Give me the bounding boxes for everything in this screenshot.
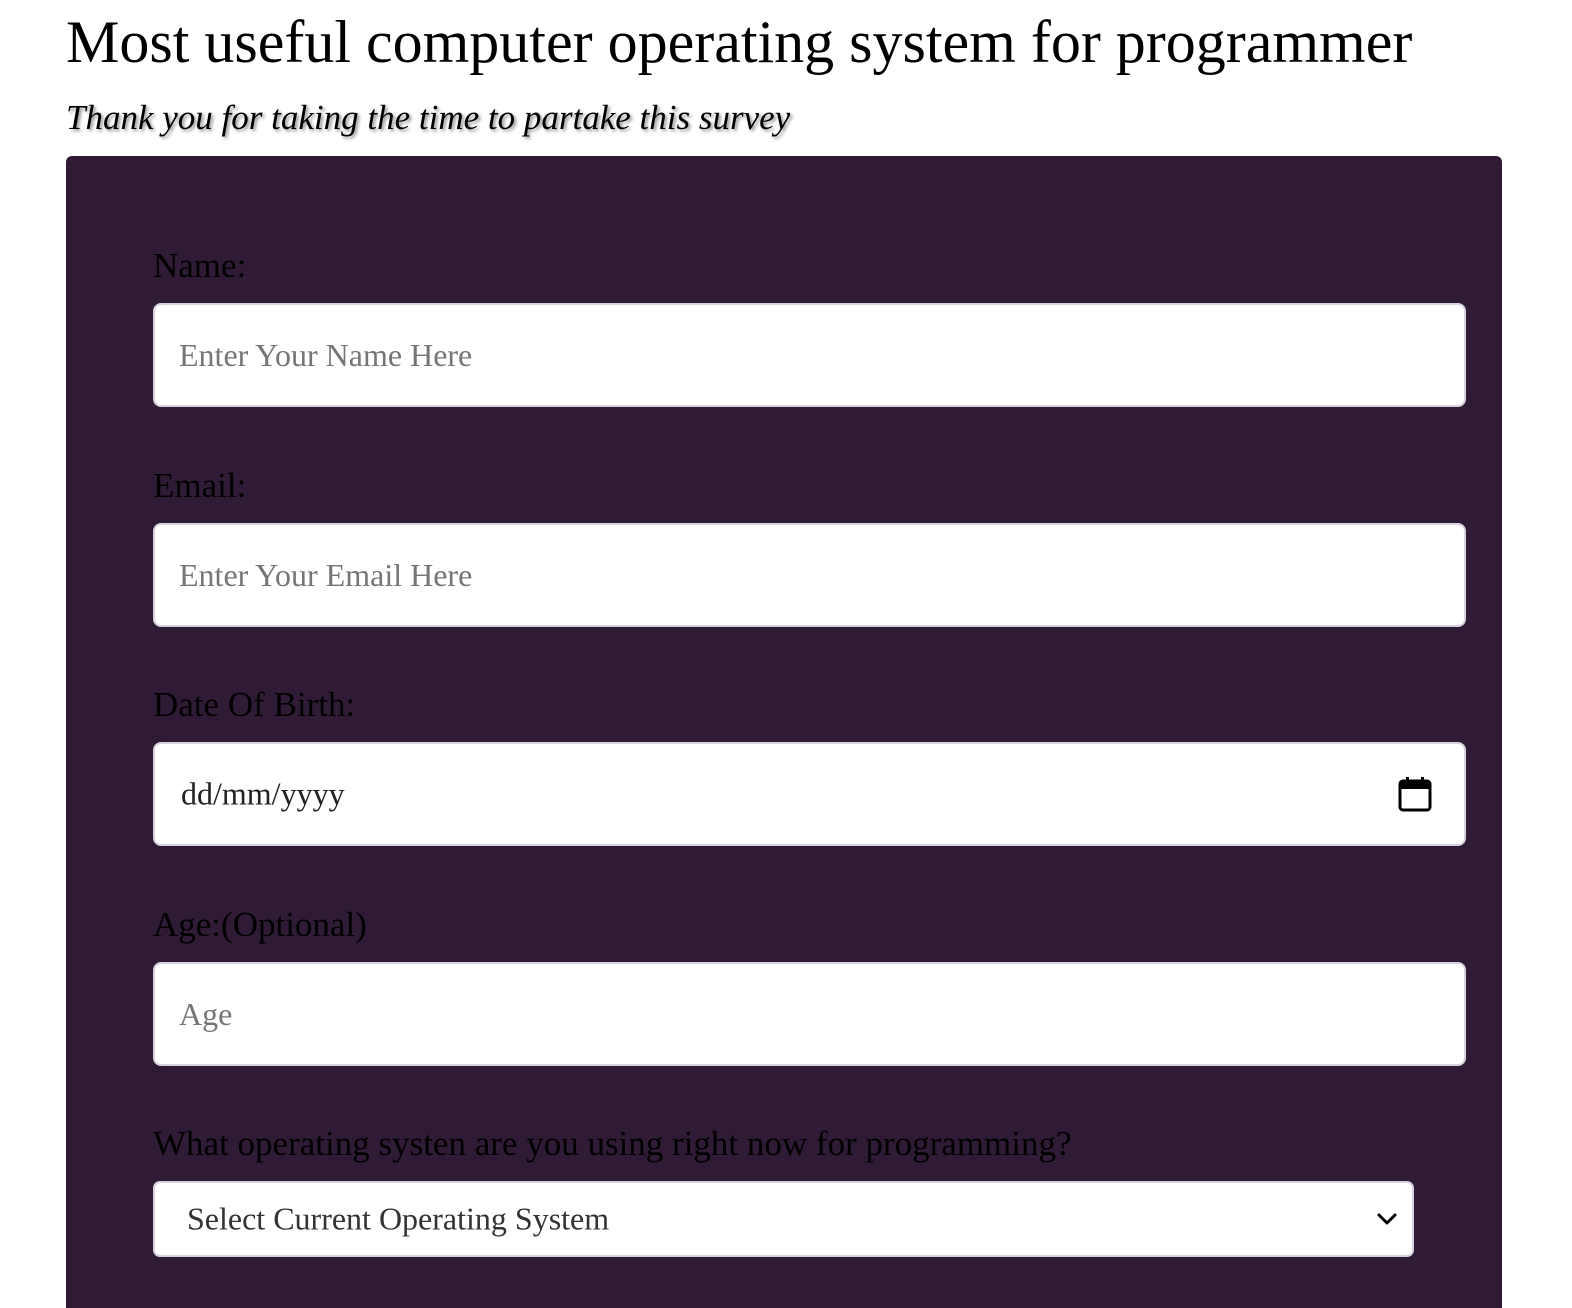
dob-placeholder: dd/mm/yyyy [181, 775, 345, 812]
os-select-value: Select Current Operating System [187, 1200, 610, 1237]
name-label: Name: [153, 246, 247, 285]
survey-page: Most useful computer operating system fo… [0, 0, 1572, 1308]
email-input[interactable] [153, 523, 1466, 627]
name-input[interactable] [153, 303, 1466, 407]
page-title: Most useful computer operating system fo… [66, 9, 1413, 75]
os-question-label: What operating systen are you using righ… [153, 1124, 1072, 1163]
email-label: Email: [153, 466, 247, 505]
dob-input[interactable]: dd/mm/yyyy [153, 742, 1466, 846]
age-label: Age:(Optional) [153, 905, 367, 944]
page-subtitle: Thank you for taking the time to partake… [66, 98, 791, 137]
calendar-icon[interactable] [1398, 776, 1432, 812]
dob-label: Date Of Birth: [153, 685, 356, 724]
survey-form: Name: Email: Date Of Birth: dd/mm/yyyy A… [66, 156, 1502, 1308]
os-select[interactable]: Select Current Operating System [153, 1181, 1414, 1257]
chevron-down-icon [1377, 1213, 1397, 1225]
age-input[interactable] [153, 962, 1466, 1066]
